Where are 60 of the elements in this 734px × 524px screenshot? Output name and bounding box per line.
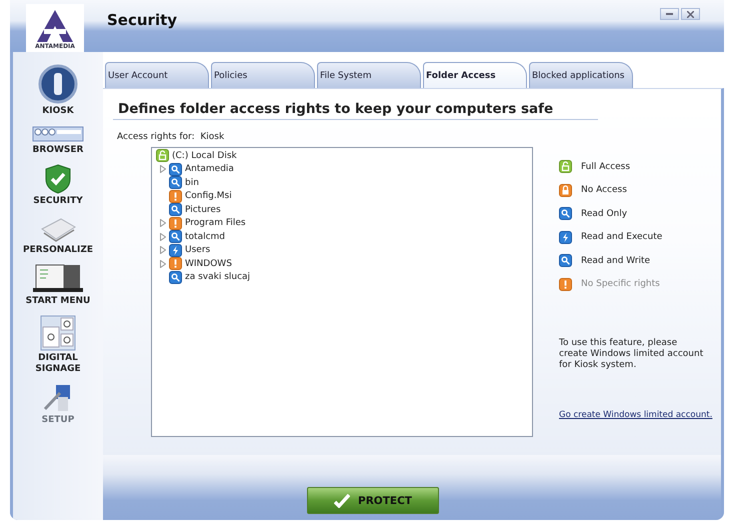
folder-name[interactable]: WINDOWS <box>185 258 232 269</box>
folder-name[interactable]: Program Files <box>185 218 246 228</box>
folder-name[interactable]: Config.Msi <box>185 191 232 202</box>
exclamation-icon <box>559 278 572 290</box>
access-rights-label: Access rights for: Kiosk <box>117 132 226 142</box>
magnifier-icon <box>559 254 572 267</box>
expand-arrow-icon[interactable] <box>160 165 166 174</box>
tab[interactable]: Policies <box>211 62 315 88</box>
lock-icon <box>559 184 572 196</box>
logo-mark-icon <box>35 9 75 43</box>
magnifier-icon <box>169 270 182 284</box>
sidebar-item[interactable]: SECURITY <box>33 196 83 207</box>
folder-name[interactable]: bin <box>185 178 199 188</box>
open-lock-icon <box>559 160 572 173</box>
sidebar-item[interactable]: PERSONALIZE <box>23 245 93 256</box>
folder-name[interactable]: totalcmd <box>185 232 226 242</box>
folder-name[interactable]: (C:) Local Disk <box>172 150 237 161</box>
close-icon <box>687 10 694 18</box>
minimize-button[interactable] <box>660 8 679 20</box>
magnifier-icon <box>559 207 572 220</box>
close-button[interactable] <box>681 8 700 20</box>
exclamation-icon <box>169 216 182 230</box>
exclamation-icon <box>169 190 182 203</box>
legend-label: No Access <box>581 185 627 195</box>
folder-name[interactable]: Antamedia <box>185 164 234 174</box>
create-account-link[interactable]: Go create Windows limited account. <box>559 408 712 420</box>
sidebar-item[interactable]: KIOSK <box>42 106 74 117</box>
checkmark-icon <box>334 494 350 508</box>
exclamation-icon <box>169 257 182 270</box>
magnifier-icon <box>169 203 182 216</box>
folder-name[interactable]: Pictures <box>185 204 221 215</box>
lightning-icon <box>559 230 572 244</box>
lightning-icon <box>169 244 182 257</box>
page-heading: Defines folder access rights to keep your computers safe <box>113 101 598 120</box>
tab[interactable]: User Account <box>105 62 209 88</box>
protect-button[interactable]: PROTECT <box>307 487 439 514</box>
info-note: To use this feature, please create Windows limited account for Kiosk system. <box>559 338 704 370</box>
minimize-icon <box>666 13 673 15</box>
legend-label: Full Access <box>581 162 630 172</box>
start-menu-screen-icon <box>32 264 84 294</box>
sidebar-item[interactable]: DIGITAL SIGNAGE <box>23 353 93 375</box>
magnifier-icon <box>169 230 182 244</box>
info-button-icon <box>38 64 78 104</box>
tab[interactable]: Folder Access <box>423 62 527 88</box>
magnifier-icon <box>169 176 182 190</box>
tab[interactable]: Blocked applications <box>529 62 633 88</box>
browser-window-icon <box>32 125 84 143</box>
tab[interactable]: File System <box>317 62 421 88</box>
folder-name[interactable]: za svaki slucaj <box>185 272 250 282</box>
window-title: Security <box>107 11 178 29</box>
magnifier-icon <box>169 162 182 176</box>
legend-label: Read Only <box>581 208 628 218</box>
legend-label: Read and Execute <box>581 232 662 242</box>
legend-label: No Specific rights <box>581 279 660 289</box>
sidebar-item[interactable]: BROWSER <box>32 145 84 156</box>
legend-label: Read and Write <box>581 256 650 266</box>
signage-screens-icon <box>40 315 76 351</box>
folder-name[interactable]: Users <box>185 245 210 256</box>
shield-check-icon <box>44 164 72 194</box>
sidebar-item[interactable]: START MENU <box>26 296 90 307</box>
